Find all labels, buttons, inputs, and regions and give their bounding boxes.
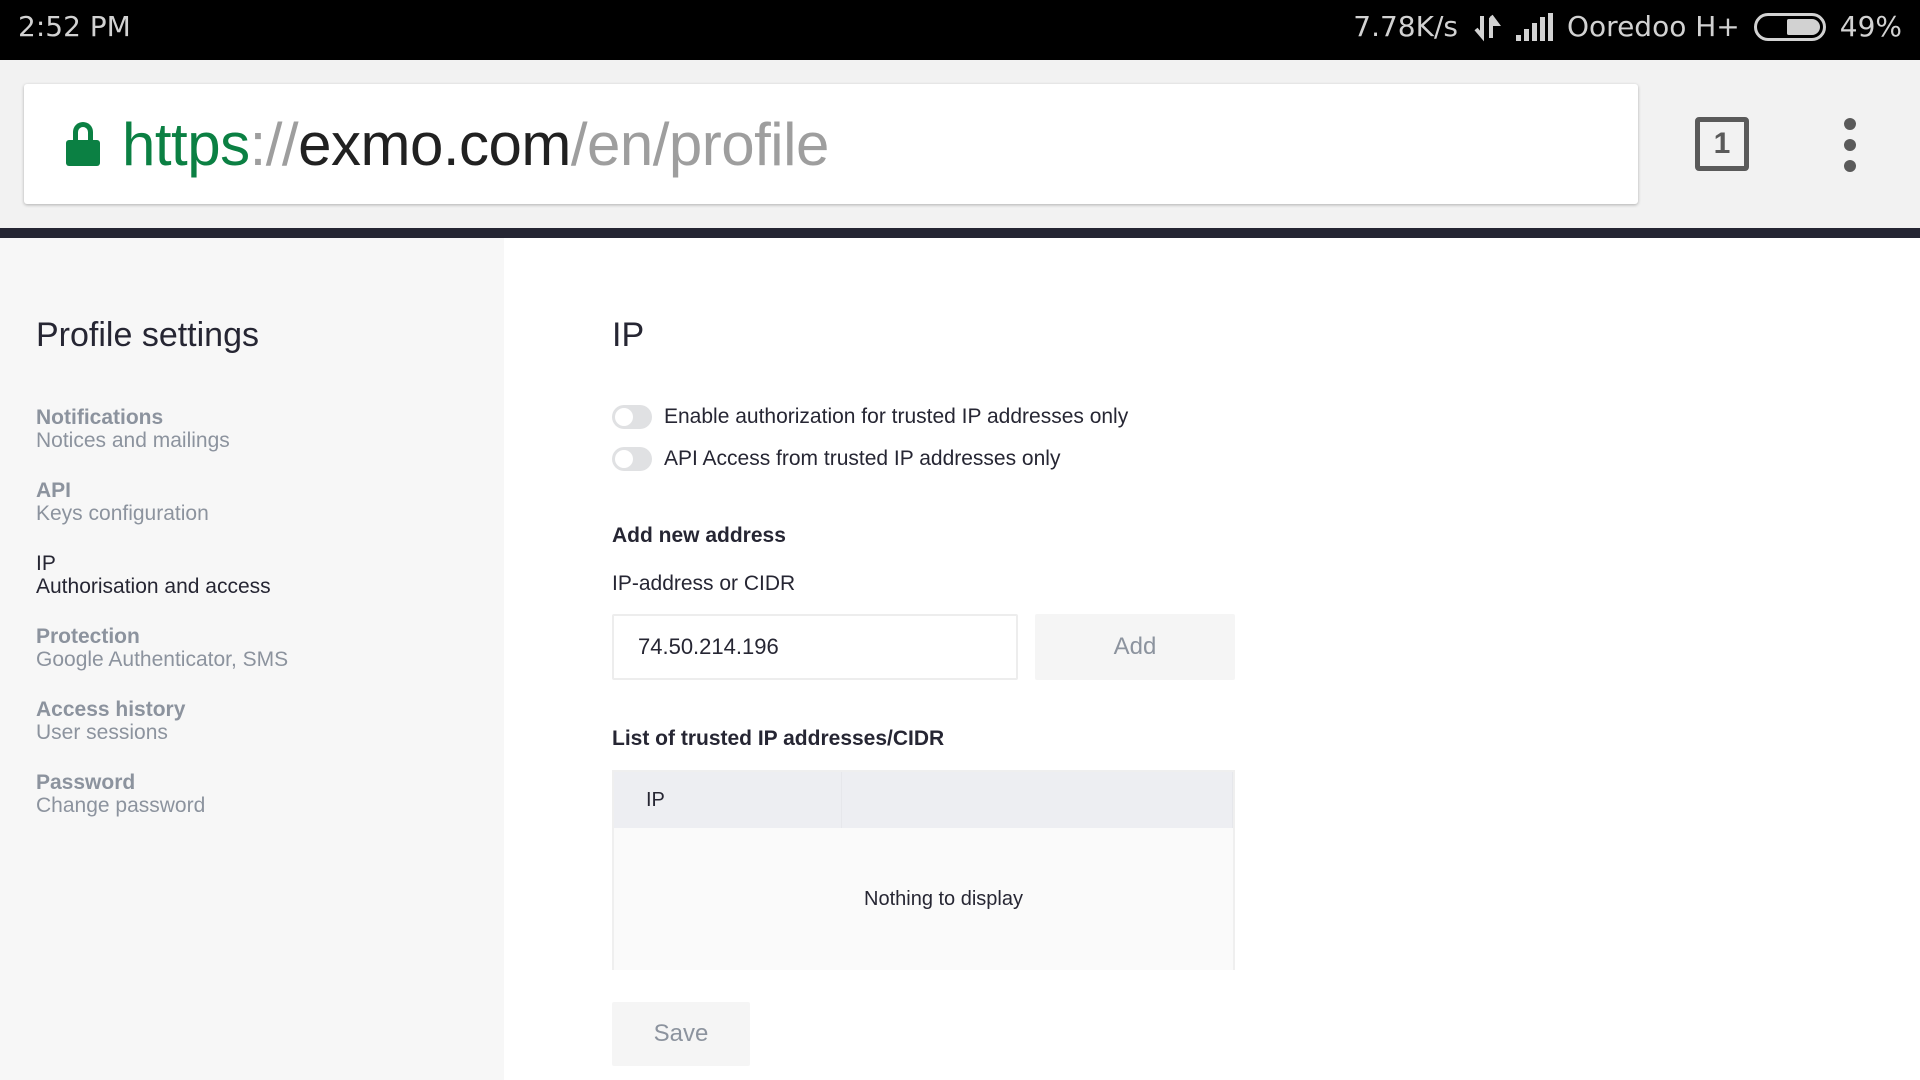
column-header-ip[interactable]: IP — [614, 772, 842, 828]
sidebar-item-label: Notifications — [36, 406, 164, 429]
sidebar-nav: Notifications Notices and mailings API K… — [36, 406, 288, 844]
sidebar-item-label: IP — [36, 552, 56, 575]
url-separator: :// — [249, 110, 299, 178]
sidebar-item-label: Password — [36, 771, 136, 794]
carrier-name: Ooredoo H+ — [1567, 10, 1740, 43]
url-host: exmo.com — [298, 110, 571, 178]
address-bar[interactable]: https://exmo.com/en/profile — [24, 84, 1638, 204]
add-button[interactable]: Add — [1035, 614, 1235, 680]
network-speed: 7.78K/s — [1353, 10, 1459, 43]
sidebar-item-ip[interactable]: IP Authorisation and access — [36, 552, 288, 625]
sidebar-item-sublabel: Google Authenticator, SMS — [36, 648, 289, 671]
sidebar-item-protection[interactable]: Protection Google Authenticator, SMS — [36, 625, 288, 698]
toggle-label: Enable authorization for trusted IP addr… — [664, 405, 1129, 428]
toggle-label: API Access from trusted IP addresses onl… — [664, 447, 1061, 470]
table-body: Nothing to display — [614, 828, 1233, 970]
sidebar-item-password[interactable]: Password Change password — [36, 771, 288, 844]
overflow-menu-icon[interactable] — [1838, 118, 1862, 172]
api-access-toggle[interactable] — [612, 447, 652, 471]
empty-state-text: Nothing to display — [864, 887, 1023, 910]
table-header: IP — [614, 772, 1233, 828]
sidebar-item-access-history[interactable]: Access history User sessions — [36, 698, 288, 771]
url-path: /en/profile — [570, 110, 830, 178]
ip-address-input[interactable] — [612, 614, 1018, 680]
sidebar: Profile settings Notifications Notices a… — [0, 238, 504, 1080]
sidebar-title: Profile settings — [36, 316, 259, 354]
sidebar-item-sublabel: Keys configuration — [36, 502, 209, 525]
tabs-icon[interactable]: 1 — [1695, 117, 1749, 171]
sidebar-item-notifications[interactable]: Notifications Notices and mailings — [36, 406, 288, 479]
signal-strength-icon — [1516, 12, 1554, 41]
sidebar-item-api[interactable]: API Keys configuration — [36, 479, 288, 552]
lock-icon[interactable] — [66, 122, 100, 166]
trusted-list-heading: List of trusted IP addresses/CIDR — [612, 727, 945, 750]
page-title: IP — [612, 316, 645, 354]
browser-toolbar: https://exmo.com/en/profile 1 — [0, 60, 1920, 228]
url-scheme: https — [122, 110, 250, 178]
trusted-ip-auth-toggle-row: Enable authorization for trusted IP addr… — [612, 405, 1128, 429]
main-content: IP Enable authorization for trusted IP a… — [504, 238, 1920, 1080]
status-bar: 2:52 PM 7.78K/s Ooredoo H+ 49% — [0, 0, 1920, 60]
url-text[interactable]: https://exmo.com/en/profile — [122, 110, 829, 179]
sidebar-item-label: Access history — [36, 698, 186, 721]
trusted-ip-table: IP Nothing to display — [612, 770, 1235, 970]
sidebar-item-sublabel: Change password — [36, 794, 206, 817]
column-header-actions — [842, 772, 1233, 828]
clock: 2:52 PM — [18, 10, 131, 43]
sidebar-item-sublabel: Notices and mailings — [36, 429, 230, 452]
battery-percent: 49% — [1839, 10, 1902, 43]
battery-icon — [1753, 12, 1826, 41]
trusted-ip-auth-toggle[interactable] — [612, 405, 652, 429]
api-access-toggle-row: API Access from trusted IP addresses onl… — [612, 447, 1060, 471]
data-transfer-arrows-icon — [1472, 12, 1502, 42]
tab-count: 1 — [1713, 127, 1731, 160]
ip-field-label: IP-address or CIDR — [612, 572, 796, 595]
sidebar-item-label: API — [36, 479, 72, 502]
site-header-strip — [0, 228, 1920, 238]
add-address-heading: Add new address — [612, 524, 786, 547]
sidebar-item-sublabel: Authorisation and access — [36, 575, 271, 598]
save-button[interactable]: Save — [612, 1002, 750, 1066]
sidebar-item-label: Protection — [36, 625, 140, 648]
sidebar-item-sublabel: User sessions — [36, 721, 168, 744]
